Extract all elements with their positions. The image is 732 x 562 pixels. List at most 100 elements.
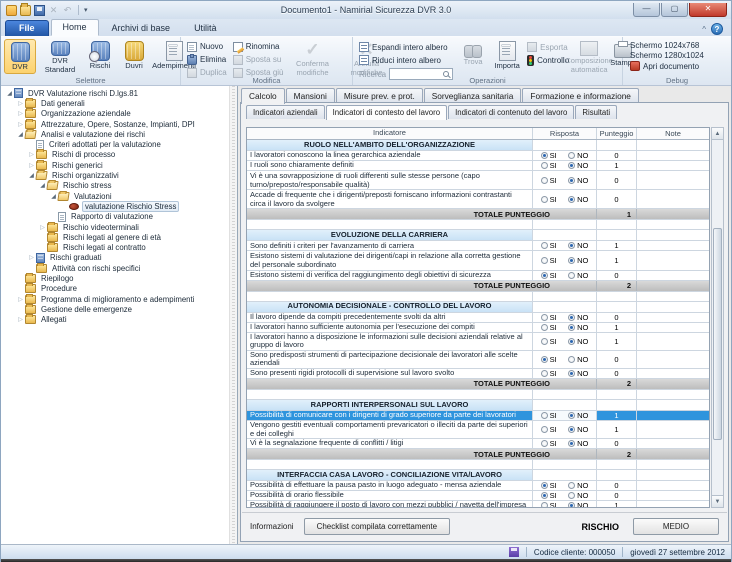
risposta-si-radio[interactable] <box>541 426 548 433</box>
tree-item-rischio-videoterminali[interactable]: ▷Rischio videoterminali <box>1 222 237 232</box>
risposta-si-radio[interactable] <box>541 440 548 447</box>
risposta-no-radio[interactable] <box>568 177 575 184</box>
debug-item-apri-documento[interactable]: Apri documento <box>626 61 728 71</box>
tree-item-rischio-stress[interactable]: ◢Rischio stress <box>1 181 237 191</box>
tree-collapsed-icon[interactable]: ▷ <box>16 316 25 323</box>
risposta-si-radio[interactable] <box>541 152 548 159</box>
tab-file[interactable]: File <box>5 20 49 36</box>
tree-collapsed-icon[interactable]: ▷ <box>38 224 47 231</box>
risposta-option-no[interactable]: NO <box>568 369 588 378</box>
risposta-option-no[interactable]: NO <box>568 355 588 364</box>
tree-collapsed-icon[interactable]: ▷ <box>27 254 36 261</box>
checklist-row[interactable]: Possibilità di effettuare la pausa pasto… <box>247 481 709 491</box>
ribbon-button-rischi[interactable]: Rischi <box>84 39 116 74</box>
risposta-no-radio[interactable] <box>568 356 575 363</box>
tree-collapsed-icon[interactable]: ▷ <box>16 100 25 107</box>
risposta-no-radio[interactable] <box>568 257 575 264</box>
risposta-option-si[interactable]: SI <box>541 355 557 364</box>
checklist-row[interactable]: Accade di frequente che i dirigenti/prep… <box>247 190 709 209</box>
collapse-ribbon-icon[interactable]: ^ <box>702 25 706 34</box>
risposta-si-radio[interactable] <box>541 324 548 331</box>
checklist-row[interactable]: Sono definiti i criteri per l'avanzament… <box>247 241 709 251</box>
risposta-si-radio[interactable] <box>541 177 548 184</box>
risposta-option-si[interactable]: SI <box>541 313 557 322</box>
risposta-option-no[interactable]: NO <box>568 323 588 332</box>
risposta-no-radio[interactable] <box>568 482 575 489</box>
risposta-si-radio[interactable] <box>541 196 548 203</box>
ribbon-button-dvr-standard[interactable]: DVR Standard <box>38 39 82 74</box>
checklist-row[interactable]: Vi è una sovrapposizione di ruoli differ… <box>247 171 709 190</box>
debug-item-schermo-1280x1024[interactable]: Schermo 1280x1024 <box>626 51 728 60</box>
risposta-si-radio[interactable] <box>541 502 548 508</box>
tree-expanded-icon[interactable]: ◢ <box>5 90 14 97</box>
checklist-row[interactable]: Sono predisposti strumenti di partecipaz… <box>247 351 709 369</box>
risposta-option-no[interactable]: NO <box>568 425 588 434</box>
risposta-no-radio[interactable] <box>568 426 575 433</box>
risposta-no-radio[interactable] <box>568 196 575 203</box>
minimize-button[interactable]: — <box>633 3 660 17</box>
checklist-row[interactable]: Sono presenti rigidi protocolli di super… <box>247 369 709 379</box>
risposta-option-no[interactable]: NO <box>568 491 588 500</box>
risposta-option-si[interactable]: SI <box>541 256 557 265</box>
risposta-option-no[interactable]: NO <box>568 195 588 204</box>
tree-item-rapporto-di-valutazione[interactable]: Rapporto di valutazione <box>1 212 237 222</box>
risposta-no-radio[interactable] <box>568 314 575 321</box>
checklist-row[interactable]: Il lavoro dipende da compiti precedentem… <box>247 313 709 323</box>
risposta-option-no[interactable]: NO <box>568 151 588 160</box>
ribbon-button-duvri[interactable]: Duvri <box>118 39 150 74</box>
risposta-no-radio[interactable] <box>568 324 575 331</box>
risposta-no-radio[interactable] <box>568 492 575 499</box>
ribbon-button-dvr[interactable]: DVR <box>4 39 36 74</box>
tree-item-rischi-legati-al-contratto[interactable]: Rischi legati al contratto <box>1 242 237 252</box>
tree-collapsed-icon[interactable]: ▷ <box>27 162 36 169</box>
tab-sorveglianza-sanitaria[interactable]: Sorveglianza sanitaria <box>424 88 522 103</box>
subtab-indicatori-aziendali[interactable]: Indicatori aziendali <box>246 105 325 119</box>
subtab-indicatori-di-contesto-del-lavoro[interactable]: Indicatori di contesto del lavoro <box>326 105 448 120</box>
risposta-no-radio[interactable] <box>568 242 575 249</box>
risposta-option-si[interactable]: SI <box>541 425 557 434</box>
tree-item-attrezzature-opere-sostanze-impianti-dpi[interactable]: ▷Attrezzature, Opere, Sostanze, Impianti… <box>1 119 237 129</box>
risposta-option-no[interactable]: NO <box>568 337 588 346</box>
debug-item-schermo-1024x768[interactable]: Schermo 1024x768 <box>626 41 728 50</box>
importa-button[interactable]: Importa <box>490 39 524 74</box>
risposta-option-no[interactable]: NO <box>568 439 588 448</box>
risposta-option-si[interactable]: SI <box>541 501 557 508</box>
risposta-option-no[interactable]: NO <box>568 241 588 250</box>
risposta-si-radio[interactable] <box>541 370 548 377</box>
ribbon-button-nuovo[interactable]: Nuovo <box>184 40 230 53</box>
tree-item-gestione-delle-emergenze[interactable]: Gestione delle emergenze <box>1 304 237 314</box>
grid-scrollbar[interactable]: ▲ ▼ <box>711 127 724 508</box>
tree-item-valutazione-rischio-stress[interactable]: valutazione Rischio Stress <box>1 201 237 211</box>
checklist-row[interactable]: I lavoratori hanno sufficiente autonomia… <box>247 323 709 333</box>
tree-scrollbar[interactable] <box>229 86 237 544</box>
ribbon-button-elimina[interactable]: Elimina <box>184 53 230 66</box>
risposta-option-no[interactable]: NO <box>568 313 588 322</box>
risposta-option-si[interactable]: SI <box>541 323 557 332</box>
risposta-option-si[interactable]: SI <box>541 369 557 378</box>
risposta-option-no[interactable]: NO <box>568 161 588 170</box>
tree-item-rischi-legati-al-genere-di-et[interactable]: Rischi legati al genere di età <box>1 232 237 242</box>
risposta-si-radio[interactable] <box>541 482 548 489</box>
tree-item-rischi-di-processo[interactable]: ▷Rischi di processo <box>1 150 237 160</box>
tree-item-valutazioni[interactable]: ◢Valutazioni <box>1 191 237 201</box>
risposta-no-radio[interactable] <box>568 162 575 169</box>
tree-item-analisi-e-valutazione-dei-rischi[interactable]: ◢Analisi e valutazione dei rischi <box>1 129 237 139</box>
risposta-no-radio[interactable] <box>568 152 575 159</box>
risposta-option-no[interactable]: NO <box>568 501 588 508</box>
tree-item-criteri-adottati-per-la-valutazione[interactable]: Criteri adottati per la valutazione <box>1 139 237 149</box>
risposta-option-no[interactable]: NO <box>568 271 588 280</box>
tree-collapsed-icon[interactable]: ▷ <box>16 121 25 128</box>
risposta-si-radio[interactable] <box>541 492 548 499</box>
risposta-option-si[interactable]: SI <box>541 439 557 448</box>
checklist-row[interactable]: Possibilità di raggiungere il posto di l… <box>247 501 709 508</box>
checklist-row[interactable]: I lavoratori conoscono la linea gerarchi… <box>247 151 709 161</box>
risposta-si-radio[interactable] <box>541 412 548 419</box>
risposta-si-radio[interactable] <box>541 314 548 321</box>
tree-item-organizzazione-aziendale[interactable]: ▷Organizzazione aziendale <box>1 109 237 119</box>
scroll-up-icon[interactable]: ▲ <box>712 128 723 140</box>
tab-misure-prev-e-prot[interactable]: Misure prev. e prot. <box>336 88 423 103</box>
checklist-row[interactable]: Esistono sistemi di verifica del raggiun… <box>247 271 709 281</box>
tree-item-rischi-graduati[interactable]: ▷Rischi graduati <box>1 253 237 263</box>
risposta-option-si[interactable]: SI <box>541 195 557 204</box>
ribbon-button-rinomina[interactable]: Rinomina <box>230 40 287 53</box>
